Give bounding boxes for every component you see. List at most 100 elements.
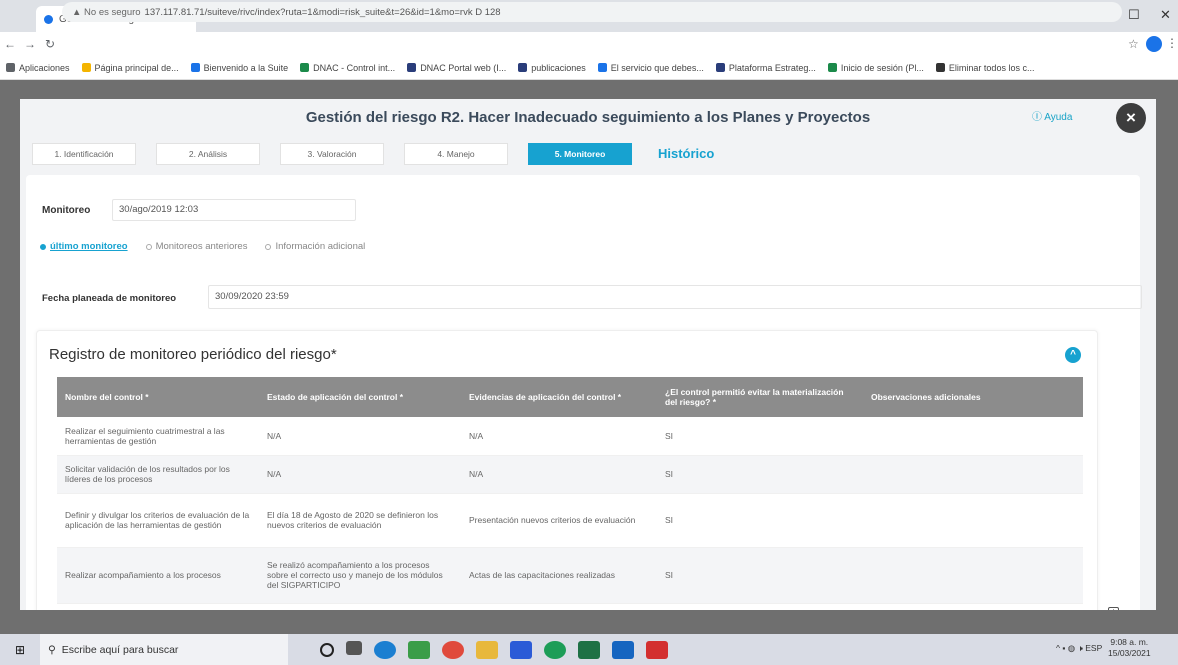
table-cell: El día 18 de Agosto de 2020 se definiero… [259, 493, 461, 548]
registro-panel: Registro de monitoreo periódico del ries… [36, 330, 1098, 610]
forward-icon[interactable]: → [20, 37, 40, 51]
subtab-label: Monitoreos anteriores [155, 241, 248, 252]
bookmark-item[interactable]: DNAC Portal web (I... [407, 63, 506, 73]
bookmark-item[interactable]: Plataforma Estrateg... [715, 63, 816, 73]
bookmark-label: Aplicaciones [19, 62, 70, 73]
table-cell: SI [657, 417, 863, 456]
app-icon-green2[interactable] [544, 640, 566, 659]
table-cell [863, 455, 1083, 494]
subtab-3[interactable]: Información adicional [265, 241, 365, 252]
monitoreo-select[interactable]: 30/ago/2019 12:03 [112, 199, 356, 221]
table-row[interactable]: Realizar acompañamiento a los procesos Se… [57, 547, 1083, 604]
bookmark-item[interactable]: Inicio de sesión (Pl... [827, 62, 924, 73]
windows-start-icon[interactable]: ⊞ [0, 643, 40, 657]
historico-link[interactable]: Histórico [658, 146, 714, 161]
bookmark-star-icon[interactable]: ☆ [1128, 37, 1139, 51]
pdf-icon[interactable] [646, 640, 668, 659]
reload-icon[interactable]: ↻ [40, 37, 60, 51]
profile-avatar[interactable] [1146, 36, 1162, 52]
table-cell [863, 547, 1083, 604]
table-cell: SI [657, 455, 863, 494]
table-header-row: Nombre del control * Estado de aplicación… [57, 377, 1083, 417]
table-cell: Realizar acompañamiento a los procesos [57, 547, 259, 604]
close-modal-button[interactable]: × [1116, 103, 1146, 133]
fecha-planeada-field[interactable]: 30/09/2020 23:59 [208, 285, 1142, 309]
tab-step-1[interactable]: 1. Identificación [32, 143, 136, 165]
chrome-icon[interactable] [442, 640, 464, 659]
taskbar-search[interactable]: ⚲ Escribe aquí para buscar [40, 634, 288, 665]
taskbar-clock[interactable]: 9:08 a. m. 15/03/2021 [1108, 637, 1151, 659]
bookmark-icon [935, 63, 945, 72]
outlook-icon[interactable] [612, 640, 634, 659]
search-placeholder: Escribe aquí para buscar [61, 643, 179, 656]
browser-menu-icon[interactable]: ⋮ [1166, 36, 1178, 50]
bookmark-label: Bienvenido a la Suite [203, 62, 289, 73]
back-icon[interactable]: ← [0, 37, 20, 51]
bookmark-label: publicaciones [531, 62, 586, 73]
clock-time: 9:08 a. m. [1110, 637, 1149, 647]
bookmark-item[interactable]: DNAC - Control int... [300, 63, 395, 73]
url-input[interactable]: ▲ No es seguro 137.117.81.71/suiteve/riv… [62, 2, 1122, 22]
bookmark-icon [597, 63, 607, 72]
search-icon: ⚲ [48, 643, 56, 656]
collapse-panel-button[interactable]: ^ [1065, 347, 1081, 363]
table-cell: N/A [461, 417, 657, 456]
subtab-1[interactable]: último monitoreo [40, 241, 128, 252]
modal-title: Gestión del riesgo R2. Hacer Inadecuado … [305, 109, 871, 126]
subtab-label: Información adicional [275, 241, 366, 252]
column-header: Estado de aplicación del control * [259, 377, 461, 417]
system-tray[interactable]: ^ ▪ ◍ 🕨 ESP [1056, 643, 1102, 654]
bookmark-icon [407, 63, 417, 72]
table-cell: N/A [259, 455, 461, 494]
language-indicator[interactable]: ESP [1085, 643, 1102, 653]
bookmark-icon [300, 63, 310, 72]
help-link[interactable]: Ⓘ Ayuda [1032, 108, 1072, 123]
table-cell: Realizar el seguimiento cuatrimestral a … [57, 417, 259, 456]
table-cell: Se realizó acompañamiento a los procesos… [259, 547, 461, 604]
radio-dot-icon [145, 243, 152, 250]
maximize-icon[interactable]: ☐ [1128, 7, 1140, 23]
dropbox-icon[interactable] [510, 640, 532, 659]
info-icon[interactable]: i [1108, 607, 1119, 610]
bookmark-item[interactable]: Aplicaciones [6, 63, 70, 73]
table-cell: Definir y divulgar los criterios de eval… [57, 493, 259, 548]
table-row[interactable]: Solicitar validación de los resultados p… [57, 455, 1083, 494]
bookmark-item[interactable]: publicaciones [518, 63, 586, 73]
column-header: Observaciones adicionales [863, 377, 1083, 417]
subtab-2[interactable]: Monitoreos anteriores [145, 241, 248, 252]
app-icon-green[interactable] [408, 640, 430, 659]
file-explorer-icon[interactable] [476, 640, 498, 659]
window-close-icon[interactable]: ✕ [1160, 7, 1171, 23]
bookmark-label: Eliminar todos los c... [948, 62, 1035, 73]
bookmark-item[interactable]: El servicio que debes... [597, 63, 704, 73]
url-text: 137.117.81.71/suiteve/rivc/index?ruta=1&… [144, 6, 501, 18]
bookmark-label: Inicio de sesión (Pl... [840, 62, 924, 73]
bookmark-item[interactable]: Página principal de... [81, 63, 179, 73]
monitoring-card: Monitoreo 30/ago/2019 12:03 último monit… [26, 175, 1142, 610]
bookmark-label: DNAC - Control int... [313, 62, 396, 73]
cortana-icon[interactable] [320, 642, 334, 657]
address-bar-row: ← → ↻ [0, 32, 1178, 56]
radio-dot-icon [40, 243, 46, 250]
bookmark-icon [827, 63, 837, 72]
tab-step-3[interactable]: 3. Valoración [280, 143, 384, 165]
excel-icon[interactable] [578, 640, 600, 659]
bookmarks-bar: Aplicaciones Página principal de... Bienve… [0, 56, 1178, 80]
fecha-planeada-label: Fecha planeada de monitoreo [42, 293, 177, 304]
tab-step-2[interactable]: 2. Análisis [156, 143, 260, 165]
table-cell [863, 493, 1083, 548]
bookmark-item[interactable]: Bienvenido a la Suite [190, 62, 289, 73]
windows-taskbar: ⊞ ⚲ Escribe aquí para buscar [0, 634, 1178, 665]
tab-step-4[interactable]: 4. Manejo [404, 143, 508, 165]
tab-step-5[interactable]: 5. Monitoreo [528, 143, 632, 165]
edge-icon[interactable] [374, 640, 396, 659]
bookmark-icon [81, 63, 91, 72]
not-secure-badge[interactable]: ▲ No es seguro [72, 7, 141, 18]
bookmark-item[interactable]: Eliminar todos los c... [935, 62, 1035, 73]
task-view-icon[interactable] [346, 640, 362, 655]
table-row[interactable]: Definir y divulgar los criterios de eval… [57, 493, 1083, 548]
table-row[interactable]: Realizar el seguimiento cuatrimestral a … [57, 417, 1083, 456]
bookmark-icon [518, 63, 528, 72]
column-header: Nombre del control * [57, 377, 259, 417]
table-cell: N/A [461, 455, 657, 494]
